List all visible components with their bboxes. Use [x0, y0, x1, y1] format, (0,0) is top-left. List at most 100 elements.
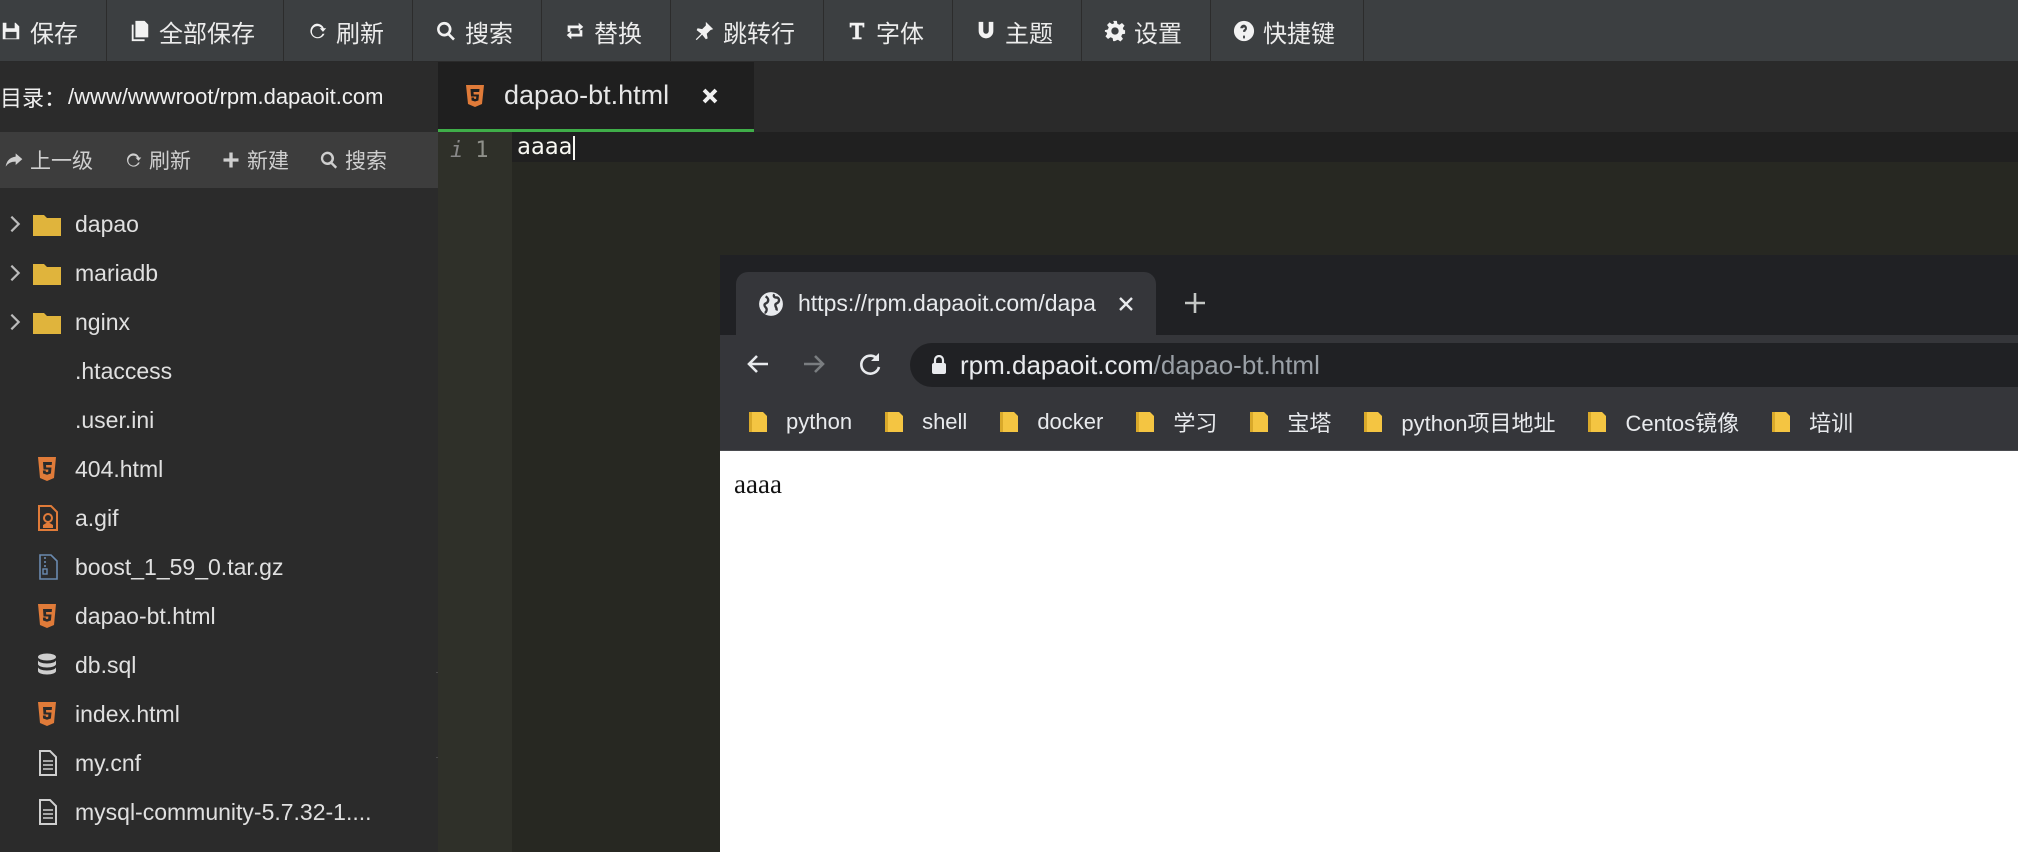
save-all-icon [131, 20, 149, 42]
file-actions-bar: 上一级 刷新 新建 搜索 [0, 132, 438, 188]
save-button[interactable]: 保存 [0, 0, 107, 62]
chevron-right-icon[interactable] [4, 213, 26, 235]
search-icon [437, 21, 455, 41]
replace-button[interactable]: 替换 [542, 0, 671, 62]
refresh-button[interactable]: 刷新 [284, 0, 413, 62]
folder-item-nginx[interactable]: nginx [0, 298, 438, 347]
replace-button-label: 替换 [594, 20, 642, 48]
search-files-button[interactable]: 搜索 [319, 145, 387, 175]
replace-icon [566, 22, 584, 40]
pin-icon [695, 21, 714, 41]
info-icon: i [450, 138, 464, 163]
theme-button[interactable]: 主题 [953, 0, 1082, 62]
file-item-mysql-community[interactable]: mysql-community-5.7.32-1.... [0, 788, 438, 837]
editor-tab-bar: dapao-bt.html [438, 62, 2018, 132]
file-name: 404.html [75, 456, 164, 482]
page-body-text: aaaa [734, 469, 782, 499]
goto-line-button[interactable]: 跳转行 [671, 0, 824, 62]
search-button-label: 搜索 [465, 20, 513, 48]
close-icon[interactable] [699, 85, 721, 107]
chevron-right-icon[interactable] [4, 262, 26, 284]
bookmark-folder-training[interactable]: 培训 [1771, 406, 1853, 438]
refresh-files-button[interactable]: 刷新 [123, 145, 191, 175]
settings-button-label: 设置 [1134, 20, 1182, 48]
theme-button-label: 主题 [1005, 20, 1053, 48]
file-item-404-html[interactable]: 404.html [0, 445, 438, 494]
bookmark-folder-icon [1136, 411, 1155, 432]
file-item-db-sql[interactable]: db.sql [0, 641, 438, 690]
folder-item-mariadb[interactable]: mariadb [0, 249, 438, 298]
file-name: mariadb [75, 260, 159, 286]
file-item-boost-archive[interactable]: boost_1_59_0.tar.gz [0, 543, 438, 592]
file-item-index-html[interactable]: index.html [0, 690, 438, 739]
bookmark-folder-study[interactable]: 学习 [1135, 406, 1217, 438]
search-button[interactable]: 搜索 [413, 0, 542, 62]
refresh-button-label: 刷新 [336, 20, 384, 48]
parent-dir-label: 上一级 [30, 150, 93, 173]
file-name: boost_1_59_0.tar.gz [75, 554, 284, 580]
file-name: a.gif [75, 505, 119, 531]
bookmark-folder-centos-mirror[interactable]: Centos镜像 [1587, 406, 1739, 438]
html5-icon [38, 457, 56, 481]
bookmark-folder-shell[interactable]: shell [884, 409, 967, 435]
bookmark-folder-icon [749, 411, 767, 432]
save-all-button[interactable]: 全部保存 [107, 0, 284, 62]
file-item-htaccess[interactable]: .htaccess [0, 347, 438, 396]
image-file-icon [38, 505, 58, 531]
browser-tab-title: https://rpm.dapaoit.com/dapa [798, 290, 1096, 316]
new-file-label: 新建 [247, 150, 289, 173]
file-name: index.html [75, 701, 180, 727]
folder-icon [33, 215, 61, 236]
file-item-dapao-bt-html[interactable]: dapao-bt.html [0, 592, 438, 641]
close-icon[interactable] [1116, 294, 1136, 314]
file-item-user-ini[interactable]: .user.ini [0, 396, 438, 445]
bookmark-folder-python[interactable]: python [748, 409, 852, 435]
address-bar[interactable]: rpm.dapaoit.com/dapao-bt.html [910, 343, 2018, 387]
html5-icon [466, 84, 484, 107]
new-file-button[interactable]: 新建 [221, 145, 289, 175]
share-icon [5, 153, 23, 167]
bookmark-folder-docker[interactable]: docker [999, 409, 1103, 435]
bookmark-label: 学习 [1173, 410, 1218, 436]
parent-dir-button[interactable]: 上一级 [4, 145, 93, 175]
line-gutter: i1 [438, 132, 512, 852]
url-path: /dapao-bt.html [1153, 349, 1320, 380]
reload-icon[interactable] [856, 350, 884, 378]
refresh-files-label: 刷新 [149, 150, 191, 173]
file-name: my.cnf [75, 750, 142, 776]
folder-icon [33, 313, 61, 334]
html5-icon [38, 702, 56, 726]
file-name: .htaccess [75, 358, 173, 384]
file-item-my-cnf[interactable]: my.cnf [0, 739, 438, 788]
file-name: mysql-community-5.7.32-1.... [75, 799, 372, 825]
code-line-text[interactable]: aaaa [517, 134, 572, 160]
active-line-highlight [512, 132, 2018, 162]
shortcuts-button[interactable]: 快捷键 [1211, 0, 1364, 62]
archive-file-icon [39, 554, 58, 580]
text-file-icon [39, 750, 57, 776]
gear-icon [1104, 20, 1126, 42]
directory-path: /www/wwwroot/rpm.dapaoit.com [68, 84, 384, 109]
forward-arrow-icon[interactable] [800, 350, 828, 378]
bookmark-label: 宝塔 [1287, 410, 1332, 436]
browser-tab[interactable]: https://rpm.dapaoit.com/dapa [736, 272, 1156, 335]
settings-button[interactable]: 设置 [1082, 0, 1211, 62]
bookmark-label: Centos镜像 [1625, 410, 1740, 436]
font-button[interactable]: 字体 [824, 0, 953, 62]
bookmark-folder-python-projects[interactable]: python项目地址 [1363, 406, 1555, 438]
bookmark-folder-icon [885, 411, 904, 432]
magnet-icon [978, 21, 994, 39]
new-tab-plus-icon[interactable] [1182, 290, 1208, 316]
bookmark-folder-baota[interactable]: 宝塔 [1249, 406, 1331, 438]
folder-item-dapao[interactable]: dapao [0, 200, 438, 249]
back-arrow-icon[interactable] [744, 350, 772, 378]
browser-window: https://rpm.dapaoit.com/dapa rpm.dapaoit… [720, 255, 2018, 852]
code-area[interactable]: aaaa [517, 134, 576, 160]
search-icon [320, 151, 338, 169]
editor-tab-dapao-bt-html[interactable]: dapao-bt.html [438, 62, 754, 132]
bookmark-folder-icon [1000, 411, 1019, 432]
chevron-right-icon[interactable] [4, 311, 26, 333]
file-item-a-gif[interactable]: a.gif [0, 494, 438, 543]
file-name: db.sql [75, 652, 137, 678]
file-name: nginx [75, 309, 130, 335]
